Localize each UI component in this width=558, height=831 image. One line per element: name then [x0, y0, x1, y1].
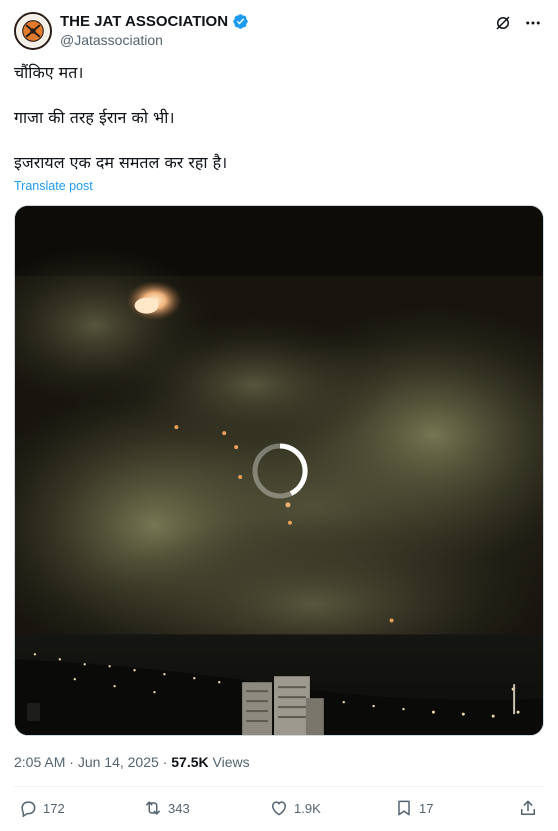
verified-badge-icon [232, 13, 249, 30]
translate-post-link[interactable]: Translate post [14, 179, 93, 193]
post-date[interactable]: Jun 14, 2025 [78, 754, 159, 770]
post-header: THE JAT ASSOCIATION @Jatassociation [14, 12, 544, 52]
loading-spinner-icon [252, 443, 308, 499]
bookmark-button[interactable]: 17 [394, 798, 433, 818]
video-player[interactable] [14, 205, 544, 736]
repost-icon [146, 801, 160, 815]
like-count: 1.9K [294, 800, 321, 816]
divider [14, 786, 544, 787]
bookmark-count: 17 [419, 800, 434, 816]
post-meta: 2:05 AM · Jun 14, 2025 · 57.5K Views [14, 754, 250, 770]
association-logo [16, 14, 50, 48]
author-handle[interactable]: @Jatassociation [60, 32, 249, 48]
grok-icon[interactable] [494, 14, 512, 32]
share-button[interactable] [518, 798, 538, 818]
post-time[interactable]: 2:05 AM [14, 754, 65, 770]
more-options-icon[interactable] [524, 14, 542, 32]
reply-button[interactable]: 172 [18, 798, 65, 818]
meta-separator: · [162, 754, 168, 770]
reply-count: 172 [43, 800, 65, 816]
like-button[interactable]: 1.9K [269, 798, 321, 818]
action-bar: 172 343 1.9K 17 [14, 798, 544, 822]
author-name[interactable]: THE JAT ASSOCIATION [60, 13, 228, 30]
reply-icon [21, 801, 36, 818]
meta-separator: · [69, 754, 74, 770]
views-count: 57.5K [171, 754, 209, 770]
post-text-line: चौंकिए मत। [14, 63, 84, 82]
post-text-line: इजरायल एक दम समतल कर रहा है। [14, 153, 228, 172]
video-badge-icon [27, 703, 40, 721]
post-text-line: गाजा की तरह ईरान को भी। [14, 108, 175, 127]
repost-button[interactable]: 343 [143, 798, 190, 818]
like-icon [271, 801, 287, 816]
views-label: Views [212, 754, 250, 770]
share-icon [521, 800, 535, 815]
bookmark-icon [398, 800, 410, 816]
avatar[interactable] [14, 12, 52, 50]
repost-count: 343 [168, 800, 190, 816]
